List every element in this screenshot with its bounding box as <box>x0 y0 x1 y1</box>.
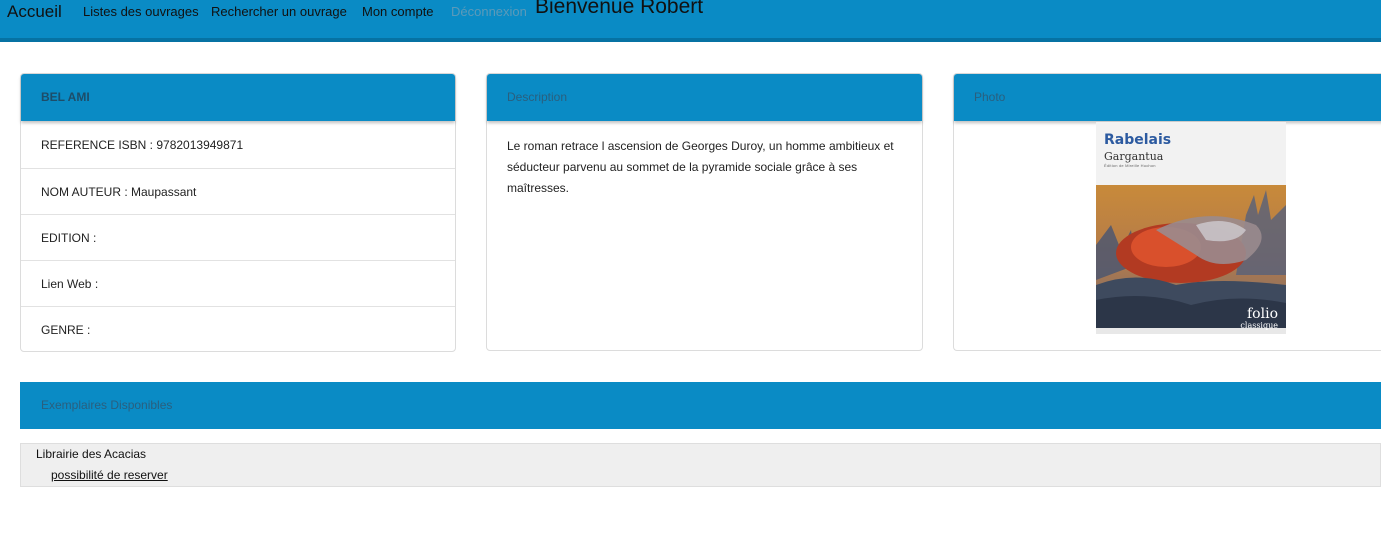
description-title: Description <box>507 90 568 104</box>
weblink-value: Lien Web : <box>41 277 99 291</box>
nav-logout-link[interactable]: Déconnexion <box>451 4 527 19</box>
top-navbar: Accueil Listes des ouvrages Rechercher u… <box>0 0 1381 42</box>
exemplaires-header: Exemplaires Disponibles <box>20 382 1381 429</box>
list-item: Librairie des Acacias possibilité de res… <box>20 443 1381 487</box>
cover-author: Rabelais <box>1104 132 1172 148</box>
list-item: REFERENCE ISBN : 9782013949871 <box>21 122 455 168</box>
author-value: NOM AUTEUR : Maupassant <box>41 185 197 199</box>
photo-title: Photo <box>974 90 1006 104</box>
cover-title: Gargantua <box>1104 150 1164 163</box>
list-item: Lien Web : <box>21 260 455 306</box>
nav-list-books-link[interactable]: Listes des ouvrages <box>83 4 199 19</box>
photo-header: Photo <box>954 74 1381 121</box>
isbn-value: REFERENCE ISBN : 9782013949871 <box>41 138 244 152</box>
nav-search-book-link[interactable]: Rechercher un ouvrage <box>211 4 347 19</box>
list-item: NOM AUTEUR : Maupassant <box>21 168 455 214</box>
library-name: Librairie des Acacias <box>36 447 147 461</box>
book-info-header: BEL AMI <box>21 74 455 121</box>
description-header: Description <box>487 74 922 121</box>
exemplaires-title: Exemplaires Disponibles <box>41 398 173 412</box>
nav-home-link[interactable]: Accueil <box>7 2 62 22</box>
book-info-panel: BEL AMI REFERENCE ISBN : 9782013949871 N… <box>20 73 456 352</box>
edition-value: EDITION : <box>41 231 97 245</box>
reserve-link[interactable]: possibilité de reserver <box>51 468 168 482</box>
welcome-message: Bienvenue Robert <box>535 0 704 18</box>
list-item: EDITION : <box>21 214 455 260</box>
genre-value: GENRE : <box>41 323 91 337</box>
cover-collection-sub: classique <box>1240 321 1278 330</box>
description-panel: Description Le roman retrace l ascension… <box>486 73 923 351</box>
cover-collection: folio classique <box>1240 306 1278 330</box>
nav-account-link[interactable]: Mon compte <box>362 4 434 19</box>
cover-collection-name: folio <box>1247 306 1278 322</box>
book-cover-image: Rabelais Gargantua Édition de Mireille H… <box>1096 122 1286 334</box>
list-item: GENRE : <box>21 306 455 352</box>
cover-edition: Édition de Mireille Huchon <box>1104 163 1156 168</box>
description-text: Le roman retrace l ascension de Georges … <box>507 139 894 195</box>
photo-panel: Photo Rabelais Gargantua Édition de Mire… <box>953 73 1381 351</box>
book-title: BEL AMI <box>41 90 90 104</box>
